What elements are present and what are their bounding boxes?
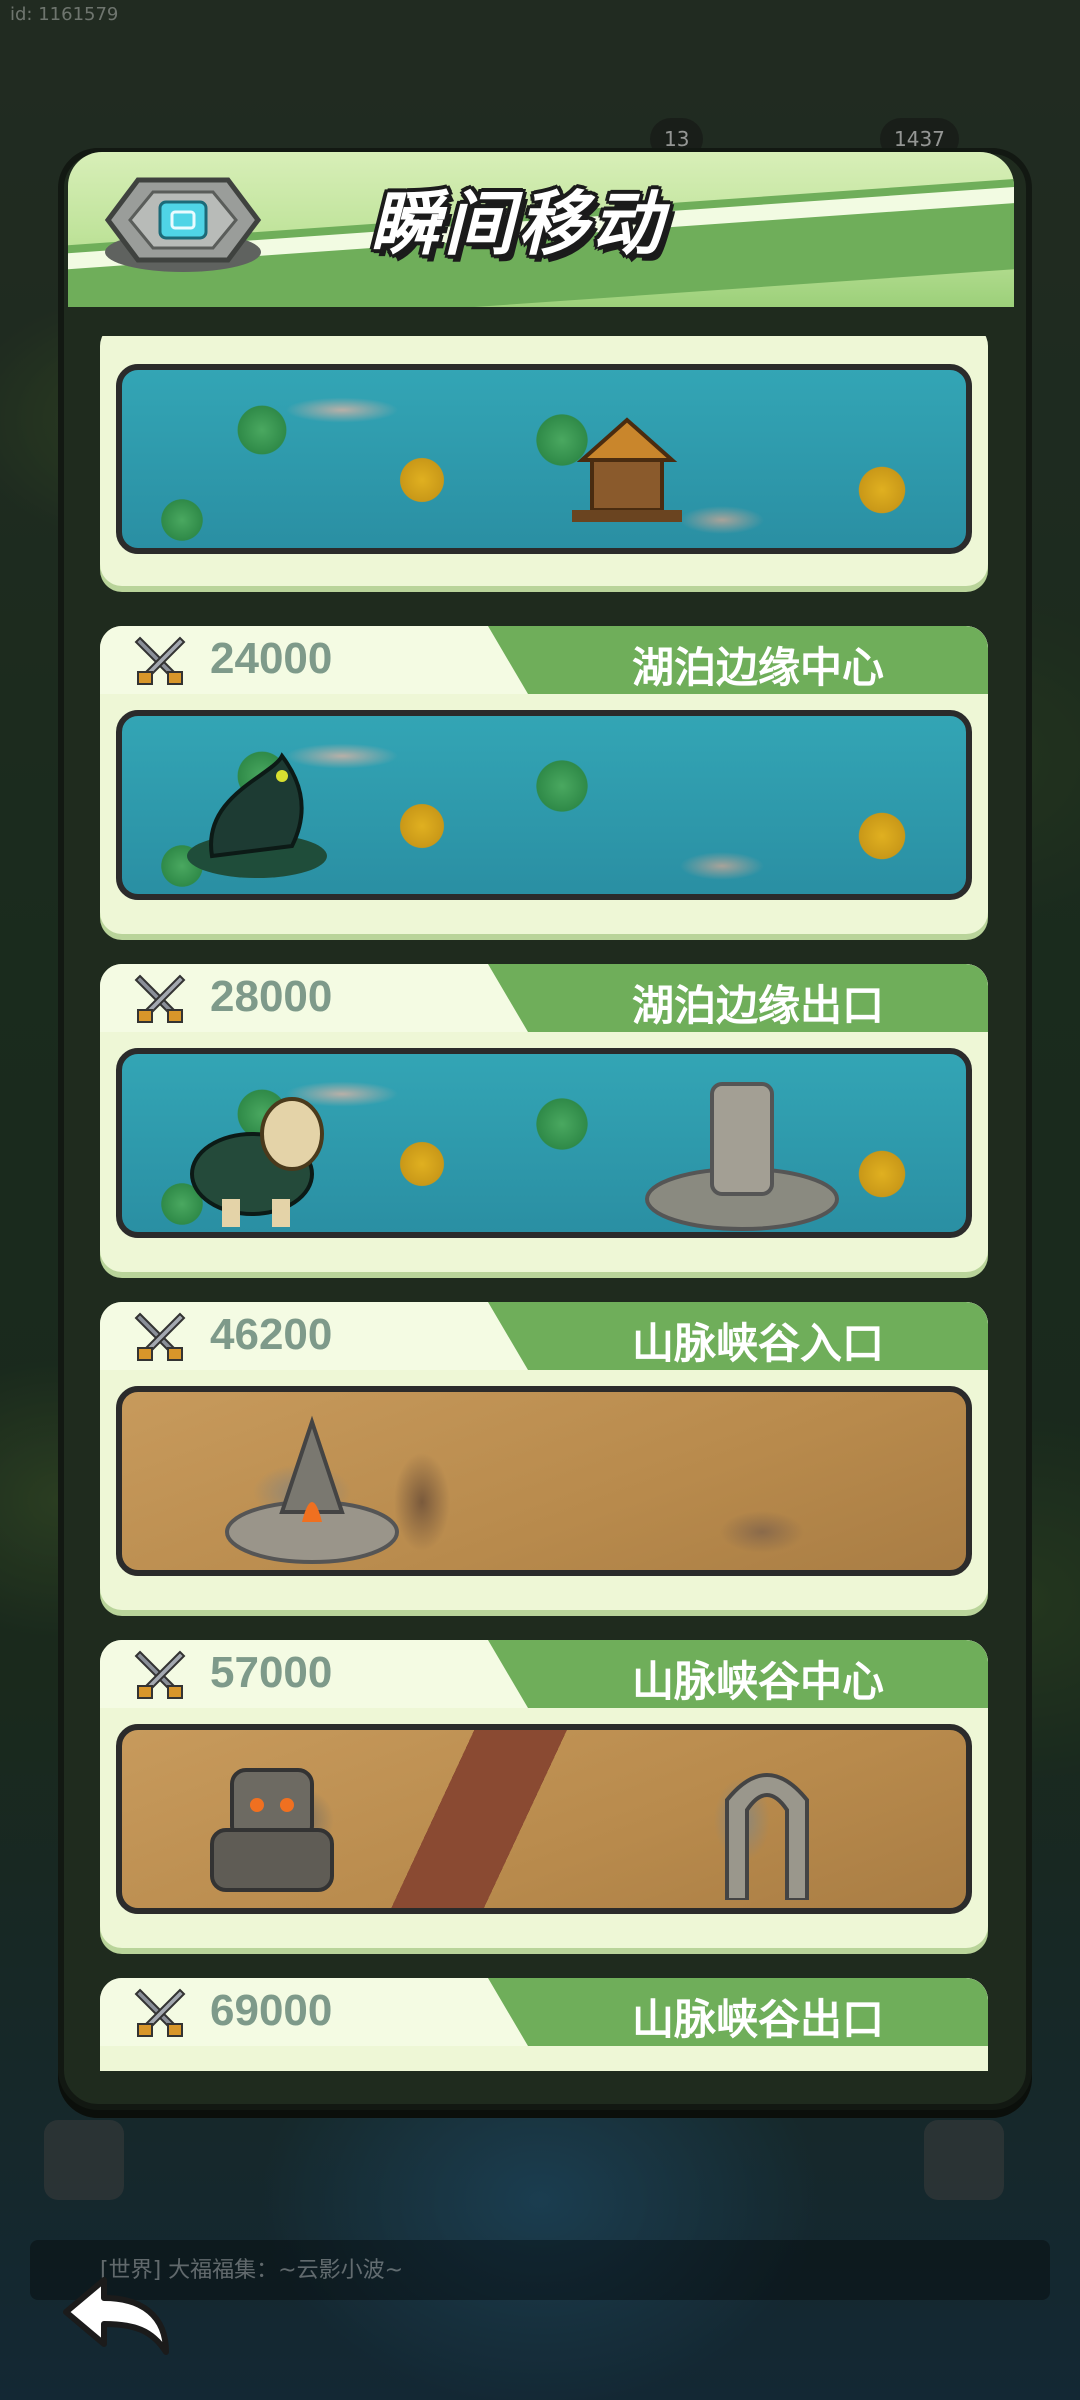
rock-golem-icon [210,1768,334,1892]
location-scene-image [116,1048,972,1238]
crossed-swords-icon [134,636,186,685]
turtle-monster-icon [190,1097,324,1227]
crossed-swords-icon [134,974,186,1023]
location-scene-image [116,1386,972,1576]
rooster-icon[interactable] [924,2120,1004,2200]
power-requirement: 28000 [210,972,333,1021]
stone-arch-icon [725,1773,809,1900]
stone-fountain-icon [645,1082,839,1231]
location-name: 山脉峡谷出口 [631,1995,884,2044]
location-card[interactable] [100,336,988,586]
location-card[interactable]: 46200 山脉峡谷入口 [100,1302,988,1610]
power-requirement: 46200 [210,1310,333,1359]
crossed-swords-icon [134,1312,186,1361]
crossed-swords-icon [134,1650,186,1699]
location-card[interactable]: 24000 湖泊边缘中心 [100,626,988,934]
location-card[interactable]: 28000 湖泊边缘出口 [100,964,988,1272]
chat-bar[interactable]: [世界] 大福福集：~云影小波~ [30,2240,1050,2300]
sea-serpent-icon [187,752,327,878]
back-arrow-icon[interactable] [56,2272,176,2362]
location-card[interactable]: 69000 山脉峡谷出口 [100,1978,988,2071]
power-requirement: 24000 [210,634,333,683]
stone-altar-icon [225,1415,399,1564]
location-scene-image [116,710,972,900]
knight-helmet-icon[interactable] [44,2120,124,2200]
dialog-title: 瞬间移动 [370,183,666,265]
portal-stone-icon [104,177,262,272]
location-card[interactable]: 57000 山脉峡谷中心 [100,1640,988,1948]
power-requirement: 69000 [210,1986,333,2035]
location-name: 湖泊边缘出口 [631,981,884,1030]
location-name: 山脉峡谷中心 [631,1657,884,1706]
location-name: 山脉峡谷入口 [631,1319,884,1368]
power-requirement: 57000 [210,1648,333,1697]
location-scene-image [116,1724,972,1914]
location-list[interactable]: 24000 湖泊边缘中心 28000 湖泊边缘出口 46200 山脉峡谷入口 5… [92,336,998,2071]
player-id-text: id: 1161579 [10,4,119,25]
location-name: 湖泊边缘中心 [631,643,884,692]
crossed-swords-icon [134,1988,186,2037]
hut-icon [572,417,682,522]
location-scene-image [116,364,972,554]
